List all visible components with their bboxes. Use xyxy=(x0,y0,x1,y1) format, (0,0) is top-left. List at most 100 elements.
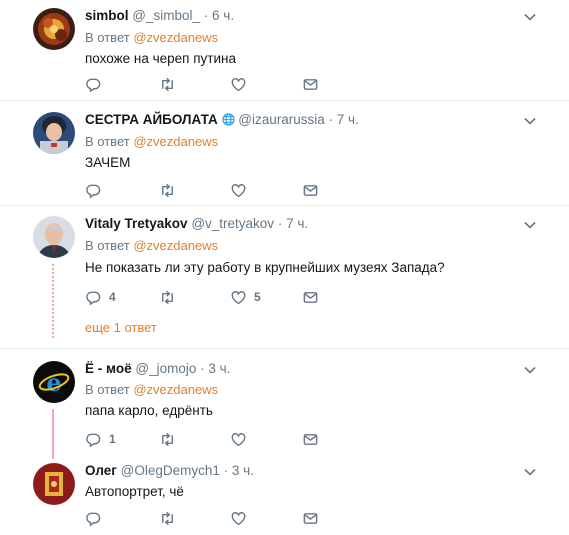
reply-mention-link[interactable]: @zvezdanews xyxy=(133,134,218,149)
tweet-oleg[interactable]: Олег @OlegDemych1 · 3 ч. Автопортрет, чё xyxy=(0,457,569,535)
tweet-actions: 1 xyxy=(85,430,325,448)
user-handle[interactable]: @izaurarussia xyxy=(238,112,324,127)
user-name[interactable]: Ё - моё xyxy=(85,361,132,376)
reply-count: 4 xyxy=(109,290,116,304)
like-button[interactable] xyxy=(230,75,254,93)
separator-dot: · xyxy=(200,361,205,376)
heart-icon xyxy=(231,183,246,197)
retweet-button[interactable] xyxy=(159,288,176,306)
tweet-text: Автопортрет, чё xyxy=(85,484,184,499)
retweet-button[interactable] xyxy=(159,75,176,93)
globe-icon xyxy=(221,113,235,126)
envelope-icon xyxy=(303,78,318,90)
heart-icon xyxy=(231,77,246,91)
avatar[interactable]: e xyxy=(33,361,75,403)
like-button[interactable]: 5 xyxy=(230,288,261,306)
user-name[interactable]: Vitaly Tretyakov xyxy=(85,216,188,231)
tweet-header: Олег @OlegDemych1 · 3 ч. xyxy=(85,463,254,478)
avatar[interactable] xyxy=(33,216,75,258)
tweet-simbol[interactable]: simbol @_simbol_ · 6 ч. В ответ @zvezdan… xyxy=(0,0,569,100)
heart-icon xyxy=(231,432,246,446)
tweet-time[interactable]: 6 ч. xyxy=(212,8,234,23)
tweet-vitaly-tretyakov[interactable]: Vitaly Tretyakov @v_tretyakov · 7 ч. В о… xyxy=(0,206,569,346)
avatar[interactable] xyxy=(33,463,75,505)
reply-prefix: В ответ xyxy=(85,30,130,45)
reply-mention-link[interactable]: @zvezdanews xyxy=(133,238,218,253)
direct-message-button[interactable] xyxy=(302,181,319,199)
reply-icon xyxy=(86,78,101,92)
chevron-down-icon[interactable] xyxy=(523,363,537,377)
tweet-header: СЕСТРА АЙБОЛАТА @izaurarussia · 7 ч. xyxy=(85,112,359,127)
user-handle[interactable]: @OlegDemych1 xyxy=(121,463,220,478)
avatar[interactable] xyxy=(33,112,75,154)
retweet-button[interactable] xyxy=(159,430,176,448)
heart-icon xyxy=(231,511,246,525)
tweet-header: Ё - моё @_jomojo · 3 ч. xyxy=(85,361,230,376)
tweet-jomojo[interactable]: e Ё - моё @_jomojo · 3 ч. В ответ @zvezd… xyxy=(0,349,569,459)
user-name[interactable]: СЕСТРА АЙБОЛАТА xyxy=(85,112,218,127)
tweet-sestra-aybolata[interactable]: СЕСТРА АЙБОЛАТА @izaurarussia · 7 ч. В о… xyxy=(0,101,569,205)
user-name[interactable]: Олег xyxy=(85,463,117,478)
tweet-text: папа карло, едрёнть xyxy=(85,403,213,418)
chevron-down-icon[interactable] xyxy=(523,465,537,479)
tweet-header: Vitaly Tretyakov @v_tretyakov · 7 ч. xyxy=(85,216,308,231)
retweet-icon xyxy=(162,432,173,446)
reply-context: В ответ @zvezdanews xyxy=(85,30,218,45)
direct-message-button[interactable] xyxy=(302,430,319,448)
like-count: 5 xyxy=(254,290,261,304)
retweet-button[interactable] xyxy=(159,509,176,527)
reply-mention-link[interactable]: @zvezdanews xyxy=(133,382,218,397)
tweet-actions xyxy=(85,75,325,93)
reply-button[interactable] xyxy=(85,509,109,527)
user-handle[interactable]: @_simbol_ xyxy=(132,8,200,23)
reply-prefix: В ответ xyxy=(85,134,130,149)
reply-button[interactable]: 1 xyxy=(85,430,116,448)
reply-button[interactable] xyxy=(85,181,109,199)
tweet-header: simbol @_simbol_ · 6 ч. xyxy=(85,8,234,23)
user-handle[interactable]: @v_tretyakov xyxy=(191,216,274,231)
reply-context: В ответ @zvezdanews xyxy=(85,134,218,149)
reply-context: В ответ @zvezdanews xyxy=(85,382,218,397)
reply-icon xyxy=(86,512,101,526)
heart-icon xyxy=(231,290,246,304)
user-name[interactable]: simbol xyxy=(85,8,129,23)
retweet-button[interactable] xyxy=(159,181,176,199)
envelope-icon xyxy=(303,512,318,524)
separator-dot: · xyxy=(328,112,334,127)
tweet-time[interactable]: 3 ч. xyxy=(232,463,254,478)
avatar[interactable] xyxy=(33,8,75,50)
tweet-time[interactable]: 7 ч. xyxy=(337,112,359,127)
chevron-down-icon[interactable] xyxy=(523,10,537,24)
show-more-replies-link[interactable]: еще 1 ответ xyxy=(85,320,157,335)
reply-mention-link[interactable]: @zvezdanews xyxy=(133,30,218,45)
direct-message-button[interactable] xyxy=(302,288,319,306)
like-button[interactable] xyxy=(230,181,254,199)
envelope-icon xyxy=(303,184,318,196)
retweet-icon xyxy=(162,511,173,525)
user-handle[interactable]: @_jomojo xyxy=(135,361,196,376)
thread-line xyxy=(52,264,54,338)
separator-dot: · xyxy=(223,463,229,478)
chevron-down-icon[interactable] xyxy=(523,114,537,128)
retweet-icon xyxy=(162,290,173,304)
like-button[interactable] xyxy=(230,430,254,448)
retweet-icon xyxy=(162,77,173,91)
tweet-text: похоже на череп путина xyxy=(85,51,236,66)
reply-button[interactable]: 4 xyxy=(85,288,116,306)
chevron-down-icon[interactable] xyxy=(523,218,537,232)
tweet-actions xyxy=(85,181,325,199)
separator-dot: · xyxy=(277,216,283,231)
reply-button[interactable] xyxy=(85,75,109,93)
direct-message-button[interactable] xyxy=(302,509,319,527)
reply-icon xyxy=(86,291,101,305)
reply-context: В ответ @zvezdanews xyxy=(85,238,218,253)
reply-count: 1 xyxy=(109,432,116,446)
retweet-icon xyxy=(162,183,173,197)
envelope-icon xyxy=(303,433,318,445)
tweet-time[interactable]: 7 ч. xyxy=(286,216,308,231)
like-button[interactable] xyxy=(230,509,254,527)
direct-message-button[interactable] xyxy=(302,75,319,93)
tweet-time[interactable]: 3 ч. xyxy=(208,361,230,376)
tweet-actions: 4 5 xyxy=(85,288,325,306)
reply-prefix: В ответ xyxy=(85,238,130,253)
